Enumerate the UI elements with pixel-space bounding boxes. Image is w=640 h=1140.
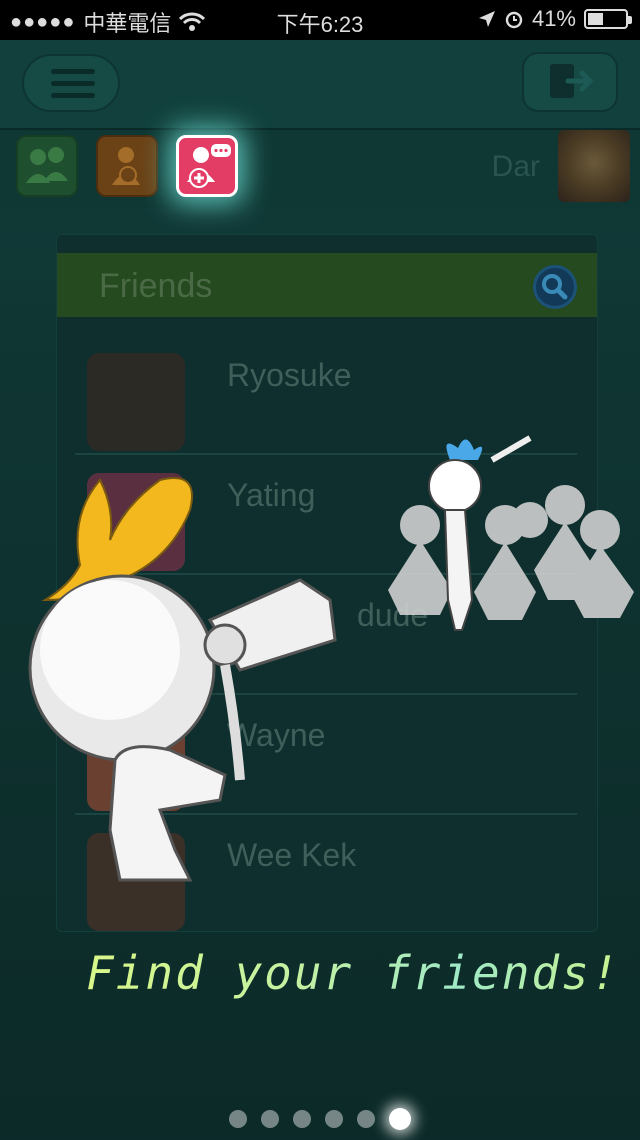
search-icon [542, 274, 568, 300]
top-bar [0, 40, 640, 130]
user-name: Dar [491, 150, 540, 183]
friend-name: Yating [227, 477, 316, 513]
menu-icon-line [51, 93, 95, 98]
status-bar: ●●●●● 中華電信 下午6:23 41% [0, 0, 640, 40]
search-button[interactable] [533, 265, 577, 309]
menu-icon-line [51, 81, 95, 86]
tabs-row: Dar [0, 130, 640, 208]
friend-list-item[interactable]: Ryosuke [57, 335, 597, 455]
logout-button[interactable] [522, 52, 618, 112]
friends-title: Friends [99, 267, 213, 305]
tab-friends-group[interactable] [16, 135, 78, 197]
friend-list-item[interactable]: dude [57, 575, 597, 695]
menu-button[interactable] [22, 54, 120, 112]
friends-panel: Friends Ryosuke Yating dude Wayne Wee Kek [56, 234, 598, 932]
logout-icon [550, 64, 594, 98]
friends-panel-header: Friends [57, 253, 597, 317]
friend-avatar [87, 473, 185, 571]
friend-name: Wee Kek [227, 837, 357, 873]
friend-name: dude [357, 597, 429, 633]
app-screen: Dar Friends Ryosuke Yating dude Wayne Wee Ke… [0, 40, 640, 1136]
status-right: 41% [478, 6, 632, 32]
friend-name: Ryosuke [227, 357, 352, 393]
friend-avatar [87, 593, 185, 691]
friend-list-item[interactable]: Yating [57, 455, 597, 575]
profile-icon [112, 147, 140, 185]
friend-name: Wayne [227, 717, 326, 753]
friend-avatar [87, 833, 185, 931]
menu-icon [51, 69, 95, 74]
user-avatar[interactable] [558, 130, 630, 202]
friend-list-item[interactable]: Wayne [57, 695, 597, 815]
friend-avatar [87, 713, 185, 811]
location-icon [478, 11, 495, 27]
battery-icon [584, 9, 632, 29]
friend-avatar [87, 353, 185, 451]
tab-add-friend[interactable] [176, 135, 238, 197]
friends-group-icon [26, 147, 68, 183]
friend-list-item[interactable]: Wee Kek [57, 815, 597, 931]
tab-profile[interactable] [96, 135, 158, 197]
battery-percent: 41% [531, 6, 576, 31]
add-friend-icon [187, 144, 231, 188]
alarm-icon [505, 11, 523, 29]
